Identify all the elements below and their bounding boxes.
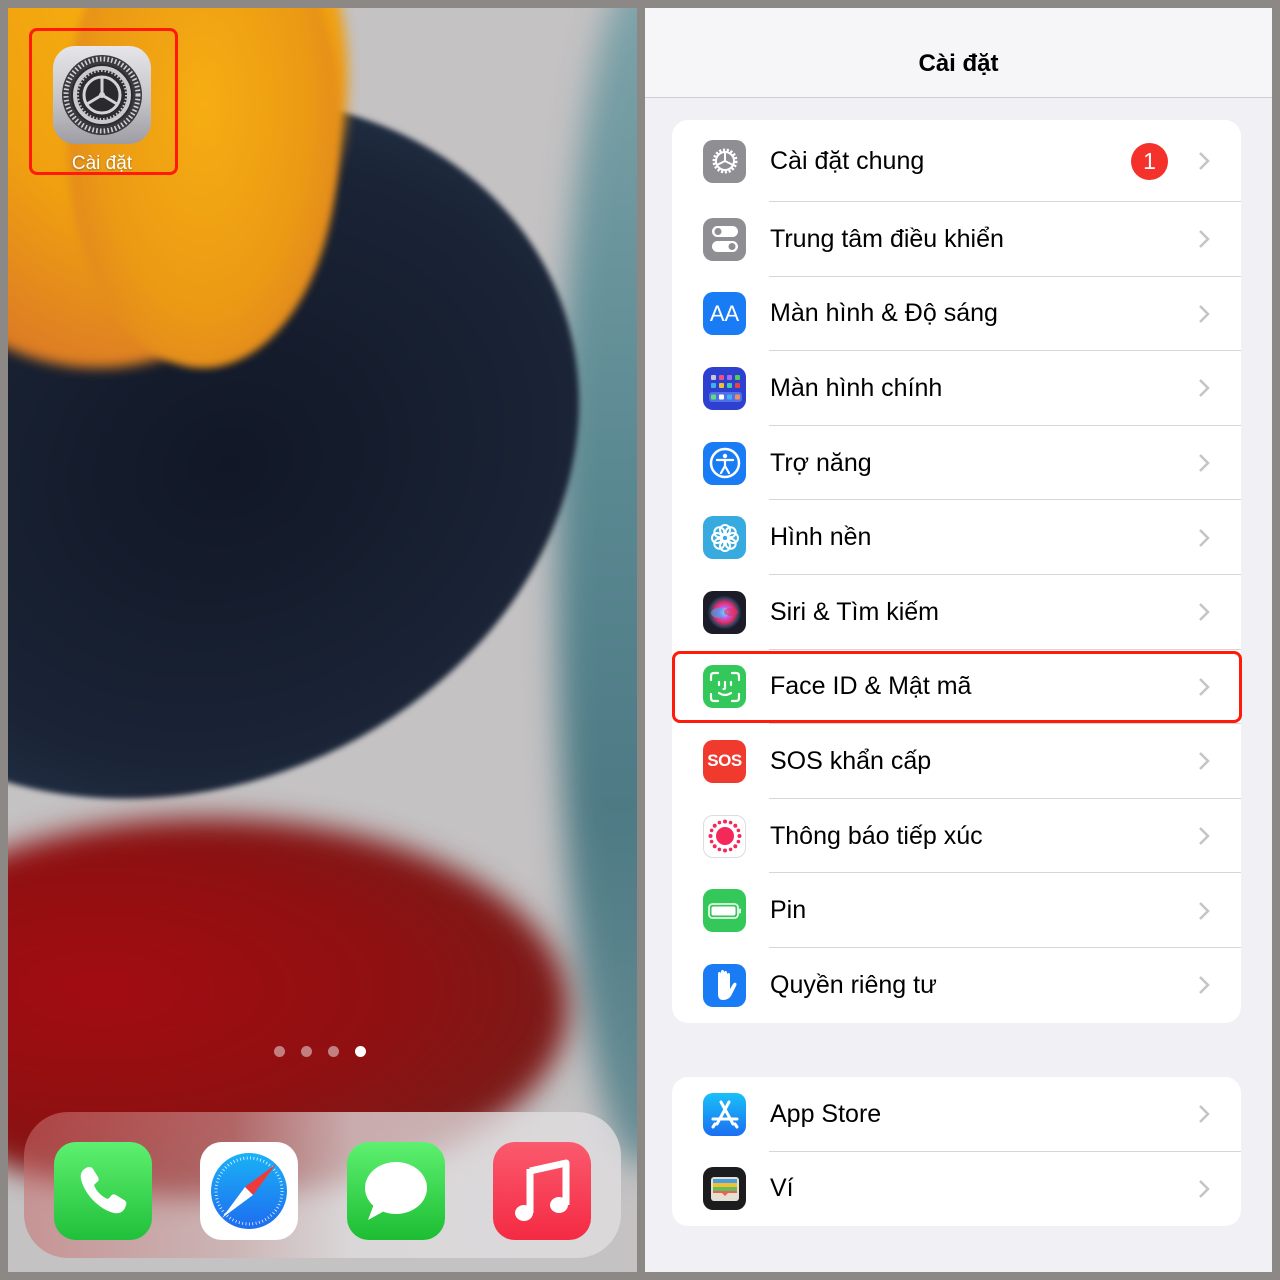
settings-row-emergency-sos[interactable]: SOS SOS khẩn cấp — [672, 724, 1241, 799]
text-size-icon: AA — [703, 292, 746, 336]
chevron-right-icon — [1199, 1105, 1210, 1124]
settings-row-exposure-notifications[interactable]: Thông báo tiếp xúc — [672, 799, 1241, 874]
chevron-right-icon — [1199, 603, 1210, 622]
row-label: Pin — [770, 896, 807, 925]
settings-row-siri-search[interactable]: Siri & Tìm kiếm — [672, 575, 1241, 650]
safari-compass-icon — [211, 1153, 287, 1229]
page-dot[interactable] — [301, 1046, 312, 1057]
notification-badge: 1 — [1131, 142, 1168, 180]
row-label: Ví — [770, 1174, 794, 1203]
row-label: Face ID & Mật mã — [770, 672, 972, 701]
page-dot[interactable] — [328, 1046, 339, 1057]
row-label: SOS khẩn cấp — [770, 746, 932, 775]
settings-row-accessibility[interactable]: Trợ năng — [672, 426, 1241, 501]
settings-row-display-brightness[interactable]: AA Màn hình & Độ sáng — [672, 277, 1241, 352]
row-label: Màn hình & Độ sáng — [770, 299, 998, 328]
settings-row-privacy[interactable]: Quyền riêng tư — [672, 948, 1241, 1023]
chevron-right-icon — [1199, 528, 1210, 547]
settings-group-1: Cài đặt chung 1 Trung tâm điều khiển AA … — [672, 120, 1241, 1023]
message-bubble-icon — [365, 1162, 427, 1220]
settings-row-home-screen[interactable]: Màn hình chính — [672, 351, 1241, 426]
chevron-right-icon — [1199, 152, 1210, 170]
accessibility-icon — [703, 441, 746, 485]
row-label: Quyền riêng tư — [770, 970, 937, 999]
row-label: Trợ năng — [770, 448, 872, 477]
home-screen: Cài đặt — [8, 8, 637, 1272]
home-grid-icon — [703, 366, 746, 410]
page-dot-current[interactable] — [355, 1046, 366, 1057]
battery-icon — [703, 889, 746, 933]
sos-icon: SOS — [703, 739, 746, 783]
text-size-icon-glyph: AA — [709, 300, 740, 326]
settings-group-2: App Store Ví — [672, 1077, 1241, 1226]
highlight-box-settings-app — [29, 28, 178, 175]
settings-row-app-store[interactable]: App Store — [672, 1077, 1241, 1152]
settings-row-control-center[interactable]: Trung tâm điều khiển — [672, 202, 1241, 277]
hand-icon — [703, 963, 746, 1007]
phone-icon — [80, 1167, 127, 1214]
page-title: Cài đặt — [918, 50, 999, 77]
row-label: Hình nền — [770, 523, 872, 552]
row-label: Thông báo tiếp xúc — [770, 821, 983, 850]
chevron-right-icon — [1199, 1180, 1210, 1198]
settings-row-face-id-passcode[interactable]: Face ID & Mật mã — [672, 650, 1241, 725]
dock-app-phone[interactable] — [54, 1142, 152, 1240]
page-indicator[interactable] — [274, 1046, 366, 1057]
chevron-right-icon — [1199, 976, 1210, 995]
dock-app-safari[interactable] — [200, 1142, 298, 1240]
chevron-right-icon — [1199, 230, 1210, 249]
chevron-right-icon — [1199, 379, 1210, 398]
row-label: Cài đặt chung — [770, 146, 925, 175]
chevron-right-icon — [1199, 827, 1210, 845]
chevron-right-icon — [1199, 678, 1210, 696]
settings-row-wallet[interactable]: Ví — [672, 1152, 1241, 1226]
app-store-icon — [703, 1092, 746, 1136]
chevron-right-icon — [1199, 305, 1210, 323]
dock-app-messages[interactable] — [347, 1142, 445, 1240]
settings-row-general[interactable]: Cài đặt chung 1 — [672, 120, 1241, 202]
wallpaper-flower-icon — [703, 516, 746, 560]
siri-icon — [703, 590, 746, 634]
toggles-icon — [703, 217, 746, 261]
page-dot[interactable] — [274, 1046, 285, 1057]
nav-bar: Cài đặt — [645, 8, 1272, 98]
exposure-notification-icon — [703, 814, 746, 858]
row-label: Màn hình chính — [770, 373, 943, 402]
chevron-right-icon — [1199, 454, 1210, 472]
chevron-right-icon — [1199, 752, 1210, 771]
wallet-icon — [703, 1167, 746, 1211]
row-label: App Store — [770, 1099, 882, 1128]
row-label: Trung tâm điều khiển — [770, 224, 1004, 253]
row-label: Siri & Tìm kiếm — [770, 597, 939, 626]
music-note-icon — [515, 1159, 570, 1221]
settings-row-battery[interactable]: Pin — [672, 873, 1241, 948]
face-id-icon — [703, 665, 746, 709]
dock — [24, 1112, 621, 1258]
gear-icon — [703, 139, 746, 183]
sos-icon-glyph: SOS — [707, 751, 742, 771]
chevron-right-icon — [1199, 901, 1210, 920]
dock-app-music[interactable] — [493, 1142, 591, 1240]
settings-row-wallpaper[interactable]: Hình nền — [672, 500, 1241, 575]
wallpaper-teal-shape — [557, 8, 637, 1168]
settings-screen: Cài đặt Cài đặt chung 1 Trung tâm điều k… — [645, 8, 1272, 1272]
